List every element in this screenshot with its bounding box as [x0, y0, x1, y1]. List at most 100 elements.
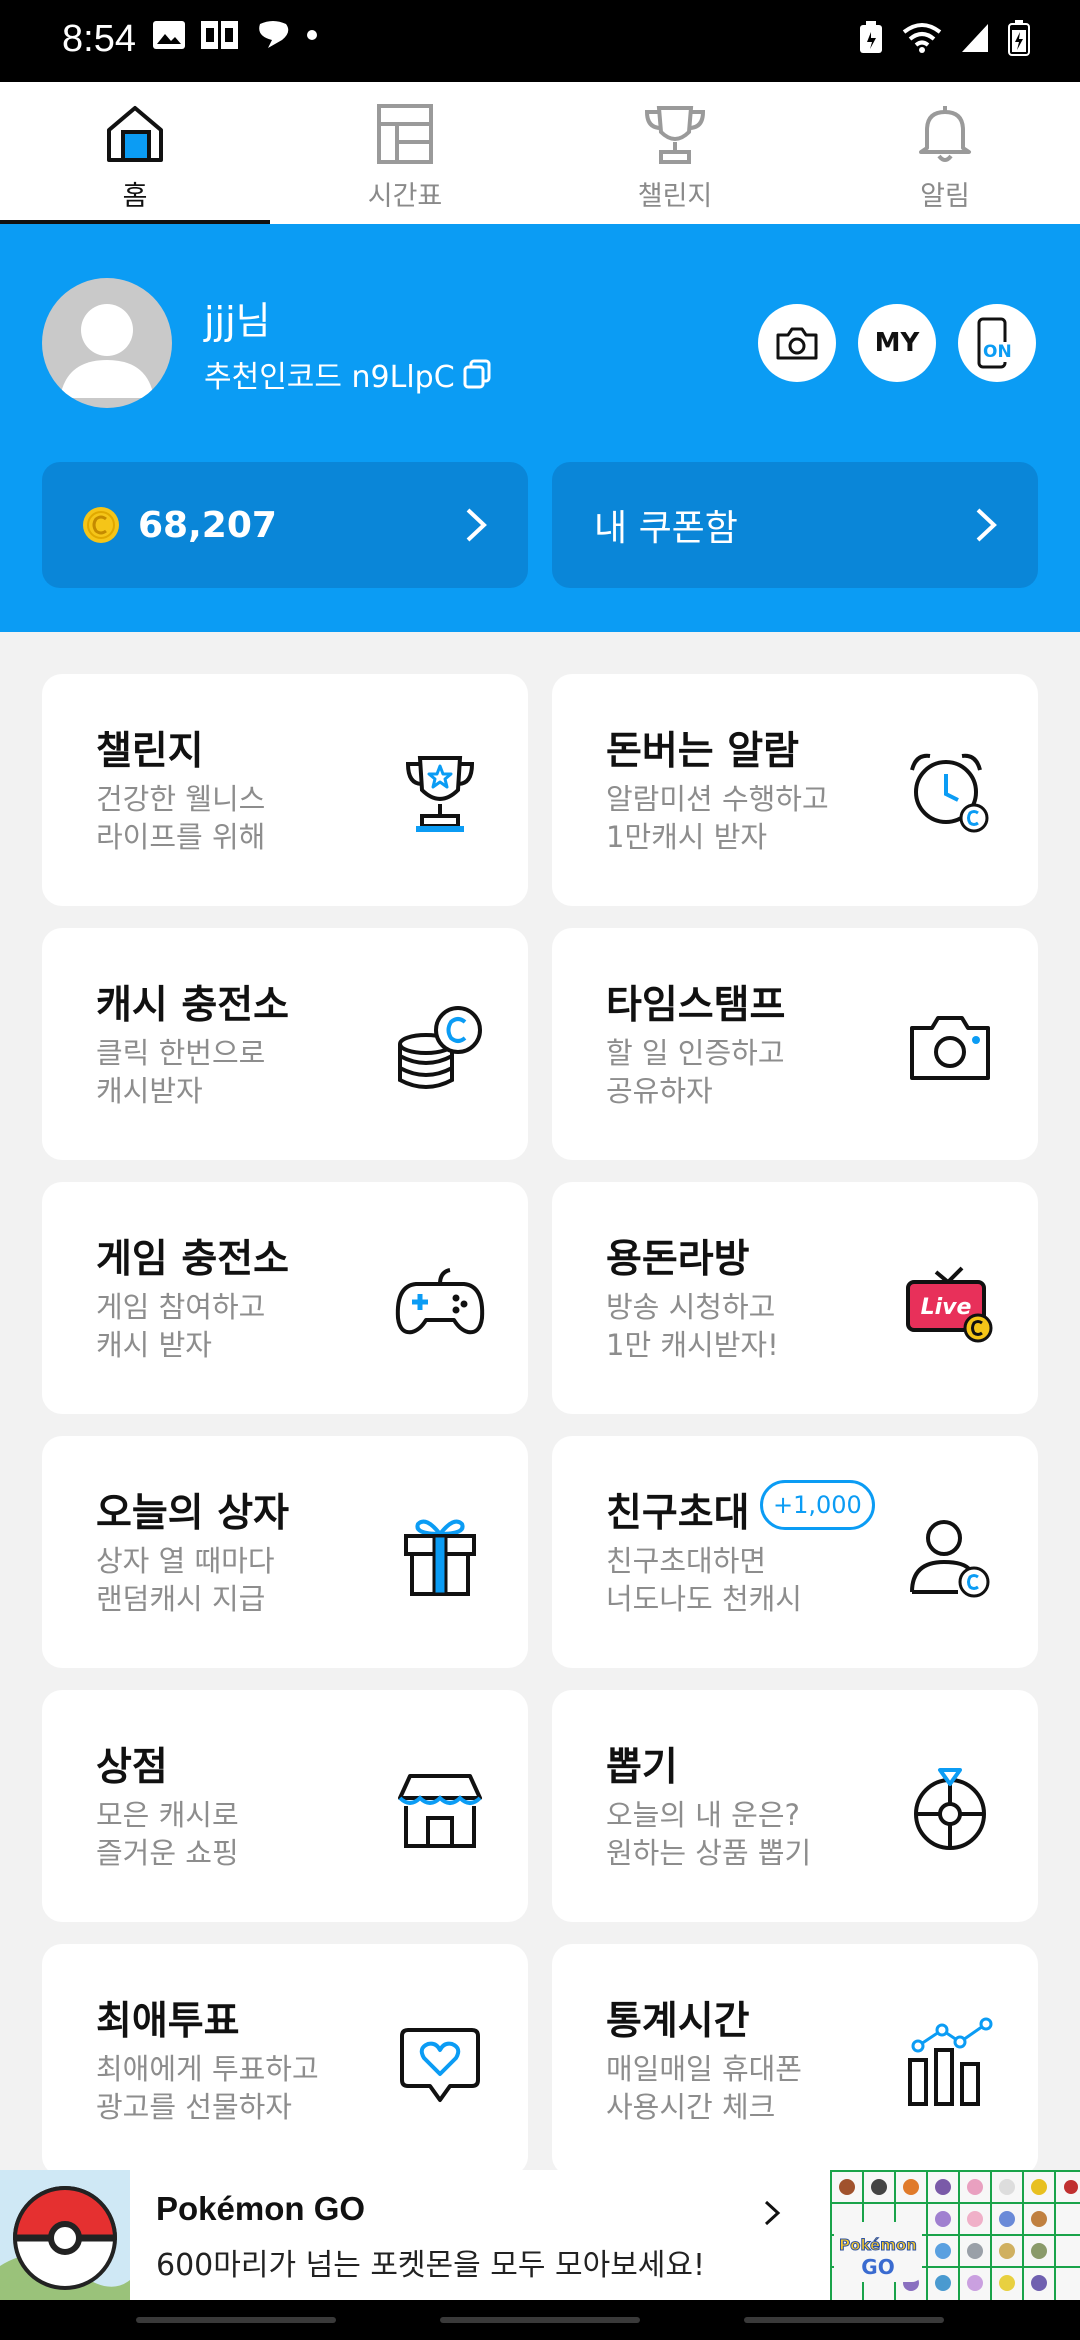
card-invite-friend[interactable]: 친구초대 +1,000 친구초대하면 너도나도 천캐시 — [552, 1436, 1038, 1668]
cash-balance: 68,207 — [138, 504, 277, 546]
roulette-icon — [914, 1768, 986, 1850]
chevron-right-icon — [976, 508, 997, 542]
card-title: 돈버는 알람 — [606, 729, 799, 774]
card-title: 통계시간 — [606, 1999, 750, 2044]
card-title: 타임스탬프 — [606, 983, 786, 1028]
statistics-icon — [908, 2017, 993, 2106]
card-subtitle: 오늘의 내 운은? 원하는 상품 뽑기 — [606, 1798, 812, 1870]
ad-banner[interactable]: Pokémon GO 600마리가 넘는 포켓몬을 모두 모아보세요! Poké… — [0, 2170, 1080, 2300]
profile-header: jjj님 추천인코드 n9LlpC MY ON 68,207 내 쿠폰함 — [0, 224, 1080, 632]
card-subtitle: 건강한 웰니스 라이프를 위해 — [96, 782, 266, 854]
feature-grid: 챌린지 건강한 웰니스 라이프를 위해 돈버는 알람 알람미션 수행하고 1만캐… — [42, 674, 1038, 2176]
cash-balance-button[interactable]: 68,207 — [42, 462, 528, 588]
tab-challenge-label: 챌린지 — [637, 181, 713, 212]
card-favorite-vote[interactable]: 최애투표 최애에게 투표하고 광고를 선물하자 — [42, 1944, 528, 2176]
store-icon — [398, 1774, 482, 1848]
chevron-right-icon[interactable] — [762, 2198, 782, 2228]
card-allowance-live[interactable]: 용돈라방 방송 시청하고 1만 캐시받자! Live — [552, 1182, 1038, 1414]
bell-icon — [919, 106, 971, 162]
card-title: 최애투표 — [96, 1999, 240, 2044]
card-subtitle: 친구초대하면 너도나도 천캐시 — [606, 1544, 802, 1616]
status-bar: 8:54 — [0, 0, 1080, 82]
camera-icon — [910, 1016, 990, 1080]
coupon-box-button[interactable]: 내 쿠폰함 — [552, 462, 1038, 588]
pokemon-go-logo-text: Pokémon — [839, 2236, 917, 2254]
home-icon — [107, 106, 163, 162]
nav-back-indicator[interactable] — [744, 2317, 944, 2323]
card-subtitle: 방송 시청하고 1만 캐시받자! — [606, 1290, 779, 1362]
trophy-icon — [405, 756, 475, 832]
card-title: 캐시 충전소 — [96, 983, 289, 1028]
card-title: 상점 — [96, 1745, 168, 1790]
tab-home[interactable]: 홈 — [0, 82, 270, 224]
live-text: Live — [921, 1295, 972, 1320]
chevron-right-icon — [466, 508, 487, 542]
ad-title: Pokémon GO — [156, 2190, 366, 2227]
pokemon-go-ad-image: Pokémon GO — [830, 2170, 1080, 2300]
card-money-alarm[interactable]: 돈버는 알람 알람미션 수행하고 1만캐시 받자 — [552, 674, 1038, 906]
card-store[interactable]: 상점 모은 캐시로 즐거운 쇼핑 — [42, 1690, 528, 1922]
invite-friend-icon — [910, 1520, 990, 1598]
nav-home-indicator[interactable] — [440, 2317, 640, 2323]
card-subtitle: 모은 캐시로 즐거운 쇼핑 — [96, 1798, 239, 1870]
coupon-box-label: 내 쿠폰함 — [594, 508, 738, 549]
tab-challenge[interactable]: 챌린지 — [540, 82, 810, 224]
referral-code[interactable]: 추천인코드 n9LlpC — [204, 352, 491, 396]
card-title: 뽑기 — [606, 1745, 678, 1790]
system-navigation-bar — [0, 2300, 1080, 2340]
card-game-charging[interactable]: 게임 충전소 게임 참여하고 캐시 받자 — [42, 1182, 528, 1414]
card-subtitle: 상자 열 때마다 랜덤캐시 지급 — [96, 1544, 275, 1616]
gallery-icon — [153, 21, 185, 49]
card-timestamp[interactable]: 타임스탬프 할 일 인증하고 공유하자 — [552, 928, 1038, 1160]
camera-icon — [776, 327, 818, 360]
pokemon-go-logo-go: GO — [861, 2255, 894, 2279]
default-avatar-icon — [60, 304, 154, 398]
top-tab-bar: 홈 시간표 챌린지 알림 — [0, 82, 1080, 224]
card-usage-stats[interactable]: 통계시간 매일매일 휴대폰 사용시간 체크 — [552, 1944, 1038, 2176]
card-cash-charging[interactable]: 캐시 충전소 클릭 한번으로 캐시받자 — [42, 928, 528, 1160]
invite-bonus-badge: +1,000 — [760, 1480, 875, 1530]
my-page-label: MY — [874, 328, 920, 358]
avatar[interactable] — [42, 278, 172, 408]
card-subtitle: 게임 참여하고 캐시 받자 — [96, 1290, 266, 1362]
alarm-clock-icon — [910, 753, 989, 833]
card-lucky-draw[interactable]: 뽑기 오늘의 내 운은? 원하는 상품 뽑기 — [552, 1690, 1038, 1922]
card-title: 오늘의 상자 — [96, 1491, 289, 1536]
card-daily-box[interactable]: 오늘의 상자 상자 열 때마다 랜덤캐시 지급 — [42, 1436, 528, 1668]
status-time: 8:54 — [62, 18, 136, 60]
card-title: 게임 충전소 — [96, 1237, 289, 1282]
pokeball-icon — [0, 2170, 130, 2300]
lockscreen-on-button[interactable]: ON — [958, 304, 1036, 382]
signal-icon — [962, 24, 988, 52]
tab-notifications[interactable]: 알림 — [810, 82, 1080, 224]
coin-icon — [83, 507, 119, 543]
trophy-icon — [644, 106, 706, 164]
lockscreen-on-label: ON — [982, 342, 1013, 362]
nav-recent-indicator[interactable] — [136, 2317, 336, 2323]
tab-timetable[interactable]: 시간표 — [270, 82, 540, 224]
card-title: 용돈라방 — [606, 1237, 750, 1282]
coin-stack-icon — [398, 1006, 482, 1089]
camera-button[interactable] — [758, 304, 836, 382]
card-subtitle: 클릭 한번으로 캐시받자 — [96, 1036, 266, 1108]
card-subtitle: 할 일 인증하고 공유하자 — [606, 1036, 785, 1108]
wifi-icon — [902, 23, 942, 53]
card-subtitle: 최애에게 투표하고 광고를 선물하자 — [96, 2052, 319, 2124]
dot-icon — [307, 30, 317, 40]
referral-code-text: 추천인코드 n9LlpC — [204, 360, 455, 395]
tab-home-label: 홈 — [122, 181, 148, 212]
gamepad-icon — [395, 1268, 485, 1335]
card-subtitle: 알람미션 수행하고 1만캐시 받자 — [606, 782, 829, 854]
copy-icon[interactable] — [463, 359, 491, 389]
ad-description: 600마리가 넘는 포켓몬을 모두 모아보세요! — [156, 2248, 706, 2283]
battery-saver-icon — [860, 21, 882, 53]
chat-notification-icon — [259, 21, 289, 48]
app-notification-icon — [201, 21, 238, 49]
battery-icon — [1008, 20, 1030, 56]
username: jjj님 — [204, 299, 271, 343]
timetable-icon — [377, 104, 433, 164]
my-page-button[interactable]: MY — [858, 304, 936, 382]
card-challenge[interactable]: 챌린지 건강한 웰니스 라이프를 위해 — [42, 674, 528, 906]
tab-notifications-label: 알림 — [920, 181, 970, 212]
live-tv-icon: Live — [906, 1266, 993, 1343]
